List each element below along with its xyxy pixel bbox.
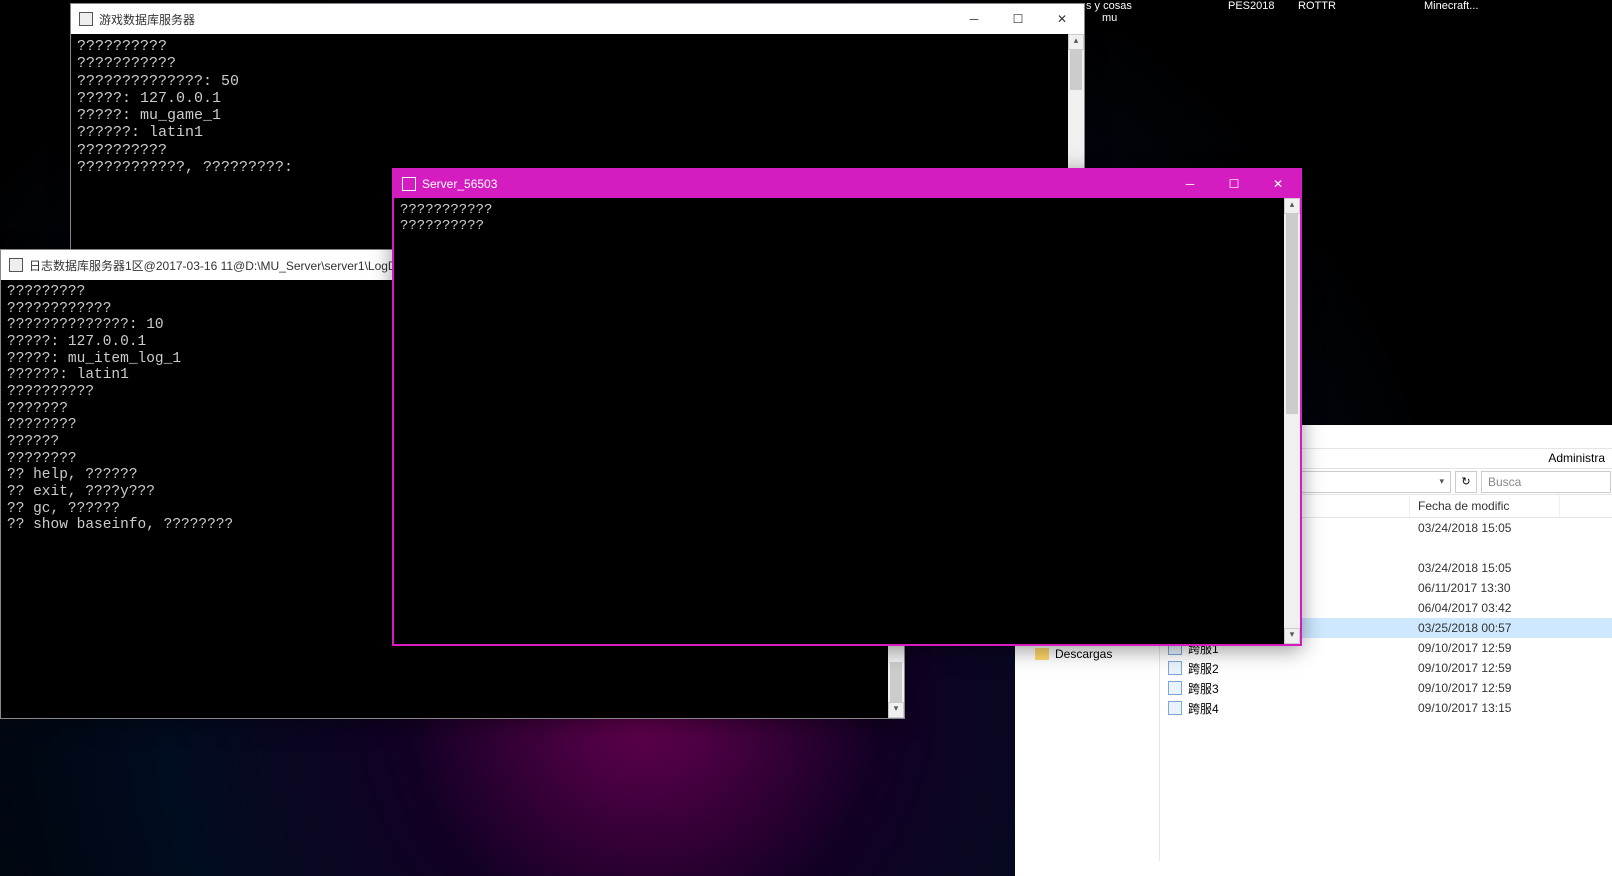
file-date-cell bbox=[1410, 547, 1560, 549]
scroll-up-icon[interactable]: ▴ bbox=[1068, 34, 1084, 50]
refresh-button[interactable]: ↻ bbox=[1455, 471, 1477, 493]
nav-descargas[interactable]: Descargas bbox=[1015, 645, 1159, 663]
minimize-button[interactable]: ─ bbox=[952, 4, 996, 34]
file-name-text: 跨服3 bbox=[1188, 680, 1219, 697]
scroll-down-icon[interactable]: ▾ bbox=[1284, 628, 1300, 644]
search-input[interactable]: Busca bbox=[1481, 471, 1611, 493]
desktop-label[interactable]: mu bbox=[1102, 12, 1117, 24]
app-icon bbox=[402, 177, 416, 191]
close-button[interactable]: ✕ bbox=[1256, 169, 1300, 199]
titlebar[interactable]: 游戏数据库服务器 ─ ☐ ✕ bbox=[71, 4, 1084, 34]
shortcut-icon bbox=[1168, 701, 1182, 715]
desktop-label[interactable]: ROTTR bbox=[1298, 0, 1336, 12]
shortcut-icon bbox=[1168, 661, 1182, 675]
scroll-thumb[interactable] bbox=[1286, 214, 1298, 414]
window-title: 游戏数据库服务器 bbox=[99, 11, 952, 28]
desktop-label[interactable]: Minecraft... bbox=[1424, 0, 1478, 12]
window-title: Server_56503 bbox=[422, 177, 1168, 191]
file-date-cell: 03/24/2018 15:05 bbox=[1410, 520, 1560, 536]
maximize-button[interactable]: ☐ bbox=[996, 4, 1040, 34]
file-date-cell: 06/04/2017 03:42 bbox=[1410, 600, 1560, 616]
minimize-button[interactable]: ─ bbox=[1168, 169, 1212, 199]
scrollbar[interactable]: ▴ ▾ bbox=[1284, 198, 1300, 644]
titlebar[interactable]: Server_56503 ─ ☐ ✕ bbox=[394, 170, 1300, 198]
file-date-cell: 03/25/2018 00:57 bbox=[1410, 620, 1560, 636]
console-window-server56503[interactable]: Server_56503 ─ ☐ ✕ ??????????? ?????????… bbox=[392, 168, 1302, 646]
file-date-cell: 06/11/2017 13:30 bbox=[1410, 580, 1560, 596]
desktop-label[interactable]: PES2018 bbox=[1228, 0, 1274, 12]
file-row[interactable]: 跨服2 09/10/2017 12:59 bbox=[1160, 658, 1612, 678]
file-name-cell: 跨服2 bbox=[1160, 659, 1410, 678]
scroll-thumb[interactable] bbox=[890, 662, 902, 702]
file-date-cell: 09/10/2017 12:59 bbox=[1410, 660, 1560, 676]
ribbon-manage-2[interactable]: Administra bbox=[1548, 451, 1605, 466]
col-date[interactable]: Fecha de modific bbox=[1410, 495, 1560, 517]
file-name-cell: 跨服3 bbox=[1160, 679, 1410, 698]
shortcut-icon bbox=[1168, 681, 1182, 695]
file-row[interactable]: 跨服4 09/10/2017 13:15 bbox=[1160, 698, 1612, 718]
nav-label: Descargas bbox=[1055, 647, 1112, 661]
folder-icon bbox=[1035, 648, 1049, 660]
file-name-cell: 跨服4 bbox=[1160, 699, 1410, 718]
close-button[interactable]: ✕ bbox=[1040, 4, 1084, 34]
scroll-thumb[interactable] bbox=[1070, 50, 1082, 90]
chevron-down-icon[interactable]: ▾ bbox=[1439, 476, 1444, 487]
file-name-text: 跨服2 bbox=[1188, 660, 1219, 677]
maximize-button[interactable]: ☐ bbox=[1212, 169, 1256, 199]
scroll-up-icon[interactable]: ▴ bbox=[1284, 198, 1300, 214]
file-row[interactable]: 跨服3 09/10/2017 12:59 bbox=[1160, 678, 1612, 698]
file-date-cell: 09/10/2017 12:59 bbox=[1410, 640, 1560, 656]
file-name-text: 跨服4 bbox=[1188, 700, 1219, 717]
file-date-cell: 03/24/2018 15:05 bbox=[1410, 560, 1560, 576]
file-date-cell: 09/10/2017 12:59 bbox=[1410, 680, 1560, 696]
file-date-cell: 09/10/2017 13:15 bbox=[1410, 700, 1560, 716]
app-icon bbox=[9, 258, 23, 272]
console-output: ??????????? ?????????? bbox=[394, 198, 1300, 644]
scroll-down-icon[interactable]: ▾ bbox=[888, 702, 904, 718]
app-icon bbox=[79, 12, 93, 26]
desktop-label[interactable]: s y cosas bbox=[1086, 0, 1132, 12]
